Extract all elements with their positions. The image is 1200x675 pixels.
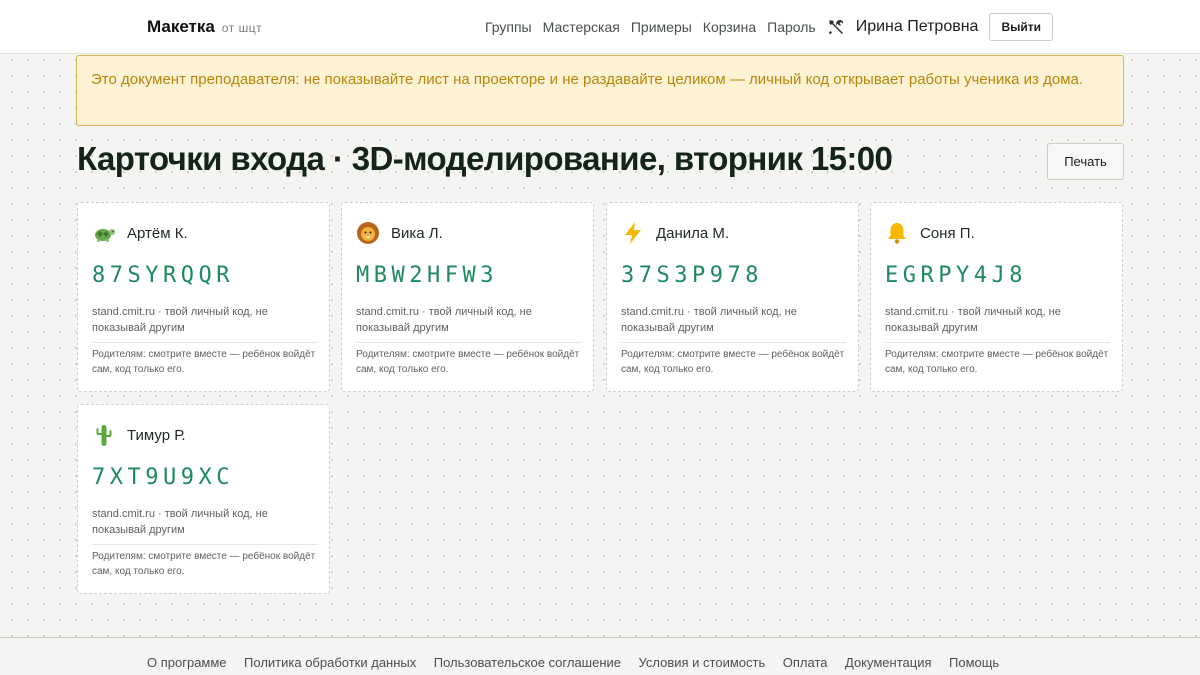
turtle-icon: [92, 221, 116, 245]
footer-link-payment[interactable]: Оплата: [783, 655, 828, 670]
parents-note: Родителям: смотрите вместе — ребёнок вой…: [92, 349, 316, 375]
student-name: Соня П.: [920, 224, 975, 242]
footer-link-privacy[interactable]: Политика обработки данных: [244, 655, 416, 670]
lion-icon: [356, 221, 380, 245]
login-code: 37S3P978: [621, 263, 763, 288]
logout-button[interactable]: Выйти: [989, 13, 1053, 41]
login-card: Соня П. EGRPY4J8 stand.cmit.ru · твой ли…: [870, 202, 1123, 392]
card-hint: stand.cmit.ru · твой личный код, не пока…: [885, 306, 1061, 334]
card-hint: stand.cmit.ru · твой личный код, не пока…: [92, 306, 268, 334]
card-header: Вика Л.: [356, 221, 443, 245]
nav-link-trash[interactable]: Корзина: [703, 19, 756, 35]
login-code: MBW2HFW3: [356, 263, 498, 288]
login-code: 7XT9U9XC: [92, 465, 234, 490]
parents-note: Родителям: смотрите вместе — ребёнок вой…: [92, 551, 316, 577]
student-name: Артём К.: [127, 224, 188, 242]
nav-link-examples[interactable]: Примеры: [631, 19, 692, 35]
parents-note: Родителям: смотрите вместе — ребёнок вой…: [356, 349, 580, 375]
card-divider: [621, 342, 846, 343]
card-header: Соня П.: [885, 221, 975, 245]
card-hint: stand.cmit.ru · твой личный код, не пока…: [621, 306, 797, 334]
bell-icon: [885, 221, 909, 245]
nav-link-workshop[interactable]: Мастерская: [543, 19, 620, 35]
footer-link-terms[interactable]: Пользовательское соглашение: [434, 655, 621, 670]
cactus-icon: [92, 423, 116, 447]
card-divider: [885, 342, 1110, 343]
card-hint: stand.cmit.ru · твой личный код, не пока…: [356, 306, 532, 334]
login-card: Данила М. 37S3P978 stand.cmit.ru · твой …: [606, 202, 859, 392]
student-name: Вика Л.: [391, 224, 443, 242]
footer-link-about[interactable]: О программе: [147, 655, 227, 670]
student-name: Тимур Р.: [127, 426, 186, 444]
card-header: Данила М.: [621, 221, 729, 245]
brand-subtitle: от шцт: [221, 21, 263, 35]
brand[interactable]: Макетка от шцт: [147, 17, 262, 37]
footer: О программе Политика обработки данных По…: [0, 637, 1200, 675]
footer-link-help[interactable]: Помощь: [949, 655, 999, 670]
student-name: Данила М.: [656, 224, 730, 242]
card-divider: [92, 544, 317, 545]
login-code: 87SYRQQR: [92, 263, 234, 288]
nav-link-groups[interactable]: Группы: [485, 19, 532, 35]
page-title: Карточки входа · 3D-моделирование, вторн…: [77, 140, 893, 177]
teacher-warning: Это документ преподавателя: не показывай…: [76, 55, 1124, 126]
lightning-icon: [621, 221, 645, 245]
footer-link-docs[interactable]: Документация: [845, 655, 932, 670]
tools-icon[interactable]: [827, 18, 845, 36]
nav-link-password[interactable]: Пароль: [767, 19, 816, 35]
top-bar: Макетка от шцт Группы Мастерская Примеры…: [0, 0, 1200, 54]
card-header: Тимур Р.: [92, 423, 186, 447]
footer-links: О программе Политика обработки данных По…: [147, 655, 1017, 670]
parents-note: Родителям: смотрите вместе — ребёнок вой…: [885, 349, 1109, 375]
login-card: Вика Л. MBW2HFW3 stand.cmit.ru · твой ли…: [341, 202, 594, 392]
user-name[interactable]: Ирина Петровна: [856, 18, 979, 36]
login-code: EGRPY4J8: [885, 263, 1027, 288]
login-card: Артём К. 87SYRQQR stand.cmit.ru · твой л…: [77, 202, 330, 392]
card-divider: [356, 342, 581, 343]
card-header: Артём К.: [92, 221, 188, 245]
card-hint: stand.cmit.ru · твой личный код, не пока…: [92, 508, 268, 536]
parents-note: Родителям: смотрите вместе — ребёнок вой…: [621, 349, 845, 375]
brand-name: Макетка: [147, 17, 215, 36]
card-divider: [92, 342, 317, 343]
footer-link-pricing[interactable]: Условия и стоимость: [639, 655, 766, 670]
print-button[interactable]: Печать: [1047, 143, 1124, 180]
main-nav: Группы Мастерская Примеры Корзина Пароль…: [485, 13, 1053, 41]
login-card: Тимур Р. 7XT9U9XC stand.cmit.ru · твой л…: [77, 404, 330, 594]
